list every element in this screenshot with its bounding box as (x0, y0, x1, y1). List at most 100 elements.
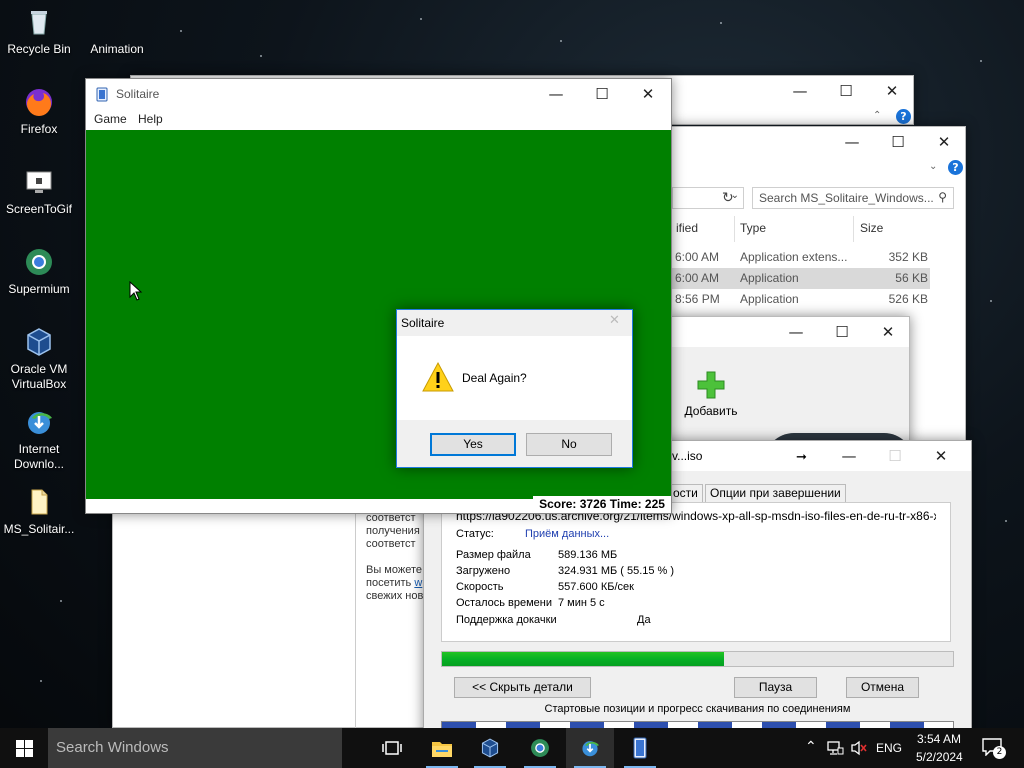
time-left-label: Осталось времени (456, 597, 553, 609)
taskbar-file-explorer[interactable] (418, 728, 466, 768)
refresh-icon[interactable]: ↻ (722, 190, 734, 206)
maximize-button: ☐ (888, 447, 902, 465)
clock-time[interactable]: 3:54 AM (917, 732, 961, 746)
solitaire-icon (633, 737, 647, 759)
taskbar-supermium[interactable] (516, 728, 564, 768)
help-icon[interactable]: ? (896, 109, 911, 124)
file-size-label: Размер файла (456, 549, 531, 561)
chevron-down-icon[interactable]: ⌄ (929, 161, 937, 172)
maximize-button[interactable]: ☐ (875, 127, 921, 157)
status-label: Статус: (456, 528, 494, 540)
add-label: Добавить (684, 404, 738, 418)
start-windows-icon[interactable] (16, 740, 33, 757)
firefox-icon (26, 89, 52, 116)
idm-main-window[interactable]: — ☐ ✕ Добавить (668, 316, 914, 463)
idm-icon (582, 741, 599, 757)
close-icon[interactable]: ✕ (609, 313, 620, 328)
time-left-value: 7 мин 5 с (558, 597, 605, 609)
task-view-icon[interactable] (382, 740, 402, 756)
menu-help[interactable]: Help (138, 112, 163, 126)
tab-on-completion[interactable]: Опции при завершении (705, 484, 846, 502)
minimize-button[interactable]: — (829, 127, 875, 157)
chevron-up-icon[interactable]: ⌃ (873, 110, 881, 121)
status-value: Приём данных... (525, 528, 610, 540)
volume-muted-icon[interactable] (850, 740, 868, 756)
desktop-icon-idm[interactable]: Internet Downlo... (0, 406, 78, 472)
no-button[interactable]: No (526, 433, 612, 456)
desktop-icon-animation[interactable]: Animation (78, 6, 156, 57)
taskbar-virtualbox[interactable] (466, 728, 514, 768)
menu-game[interactable]: Game (94, 112, 127, 126)
desktop-icon-label: Firefox (20, 122, 58, 136)
add-download-button[interactable]: Добавить (681, 369, 741, 418)
info-line: посетить w (366, 577, 423, 589)
minimize-button[interactable]: — (777, 76, 823, 106)
action-center-button[interactable]: 2 (982, 738, 1006, 760)
window-title: Solitaire (116, 87, 160, 101)
show-hidden-icons-chevron-up-icon[interactable]: ⌃ (805, 738, 817, 755)
score-status: Score: 3726 Time: 225 (533, 496, 671, 513)
desktop-icon-supermium[interactable]: Supermium (0, 246, 78, 297)
minimize-button[interactable]: — (826, 441, 872, 471)
close-button[interactable]: ✕ (625, 79, 671, 109)
desktop-icon-screentogif[interactable]: ScreenToGif (0, 166, 78, 217)
maximize-button[interactable]: ☐ (819, 317, 865, 347)
close-button[interactable]: ✕ (865, 317, 911, 347)
column-size[interactable]: Size (860, 221, 883, 235)
close-button[interactable]: ✕ (918, 441, 964, 471)
cancel-button[interactable]: Отмена (846, 677, 919, 698)
taskbar-search-input[interactable]: Search Windows (48, 728, 342, 768)
desktop-icon-recycle-bin[interactable]: Recycle Bin (0, 6, 78, 57)
yes-button[interactable]: Yes (430, 433, 516, 456)
file-modified: 8:56 PM (675, 292, 720, 306)
search-placeholder: Search Windows (56, 739, 169, 756)
taskbar-solitaire[interactable] (616, 728, 664, 768)
column-date-modified[interactable]: ified (676, 221, 698, 235)
desktop-icon-label: Animation (90, 42, 144, 56)
file-type: Application extens... (740, 250, 848, 264)
file-icon (31, 489, 48, 515)
file-modified: 6:00 AM (675, 271, 720, 285)
clock-date[interactable]: 5/2/2024 (916, 750, 963, 764)
connections-label: Стартовые позиции и прогресс скачивания … (544, 703, 851, 715)
desktop-icon-virtualbox[interactable]: Oracle VM VirtualBox (0, 326, 78, 392)
desktop-icon-firefox[interactable]: Firefox (0, 86, 78, 137)
taskbar: Search Windows ⌃ ENG 3:54 AM 5/2/2024 2 (0, 728, 1024, 768)
download-info-panel: https://ia902206.us.archive.org/21/items… (441, 502, 951, 642)
file-row-selected[interactable]: 6:00 AM Application 56 KB (672, 268, 930, 289)
taskbar-idm[interactable] (566, 728, 614, 768)
warning-icon (422, 361, 454, 392)
desktop-icon-label: MS_Solitair... (3, 522, 75, 536)
info-text-block: соответст получения соответст Вы можете … (366, 512, 423, 603)
search-placeholder: Search MS_Solitaire_Windows... (759, 191, 934, 205)
desktop-icon-ms-solitaire[interactable]: MS_Solitair... (0, 486, 78, 537)
hide-details-button[interactable]: << Скрыть детали (454, 677, 591, 698)
info-line: получения (366, 525, 420, 537)
minimize-button[interactable]: — (773, 317, 819, 347)
deal-again-dialog[interactable]: Solitaire ✕ Deal Again? Yes No (396, 309, 633, 468)
minimize-button[interactable]: — (533, 79, 579, 109)
file-row[interactable]: 6:00 AM Application extens... 352 KB (672, 247, 930, 268)
dialog-title: Solitaire (401, 316, 445, 330)
virtualbox-icon (481, 738, 499, 758)
idm-icon (28, 412, 52, 434)
maximize-button[interactable]: ☐ (823, 76, 869, 106)
search-input[interactable]: Search MS_Solitaire_Windows... ⚲ (752, 187, 954, 209)
info-line: соответст (366, 538, 416, 550)
column-type[interactable]: Type (740, 221, 766, 235)
file-row[interactable]: 8:56 PM Application 526 KB (672, 289, 930, 310)
help-icon[interactable]: ? (948, 160, 963, 175)
supermium-icon (531, 739, 549, 757)
language-indicator[interactable]: ENG (876, 741, 902, 755)
tab-details[interactable]: ости (668, 484, 703, 502)
network-icon[interactable] (826, 740, 844, 756)
info-line: Вы можете (366, 564, 422, 576)
search-icon: ⚲ (938, 190, 947, 204)
close-button[interactable]: ✕ (921, 127, 967, 157)
pause-button[interactable]: Пауза (734, 677, 817, 698)
speed-label: Скорость (456, 581, 504, 593)
speed-value: 557.600 КБ/сек (558, 581, 634, 593)
maximize-button[interactable]: ☐ (579, 79, 625, 109)
close-button[interactable]: ✕ (869, 76, 915, 106)
file-size-value: 589.136 МБ (558, 549, 618, 561)
